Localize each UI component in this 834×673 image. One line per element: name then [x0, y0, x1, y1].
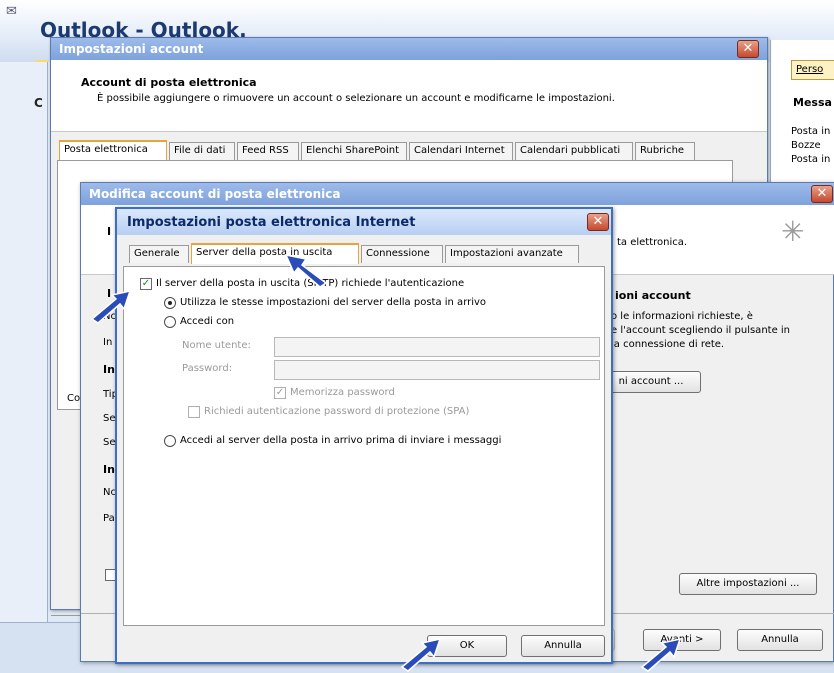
- internet-email-settings-dialog: Impostazioni posta elettronica Internet …: [115, 207, 613, 664]
- login-incoming-first-radio[interactable]: [164, 435, 176, 447]
- close-button[interactable]: ✕: [811, 185, 833, 203]
- folder-item[interactable]: Posta in: [791, 154, 830, 165]
- left-fragment: Pa: [103, 513, 115, 524]
- spa-checkbox[interactable]: [188, 406, 200, 418]
- close-icon: ✕: [592, 214, 604, 229]
- folder-item[interactable]: Posta in: [791, 126, 830, 137]
- section-heading: ioni account: [615, 289, 691, 302]
- close-icon: ✕: [816, 186, 828, 201]
- use-same-settings-label: Utilizza le stesse impostazioni del serv…: [180, 297, 487, 308]
- password-input[interactable]: [274, 360, 600, 380]
- checkmark-icon: ✓: [141, 278, 151, 289]
- left-fragment: In: [103, 337, 113, 348]
- login-with-label: Accedi con: [180, 316, 235, 327]
- tab-file-di-dati[interactable]: File di dati: [169, 142, 235, 160]
- tab-impostazioni-avanzate[interactable]: Impostazioni avanzate: [445, 245, 579, 263]
- username-input[interactable]: [274, 337, 600, 357]
- info-text: la connessione di rete.: [611, 339, 725, 350]
- username-label: Nome utente:: [182, 340, 251, 351]
- window-title: Impostazioni posta elettronica Internet: [127, 215, 416, 230]
- spa-label: Richiedi autenticazione password di prot…: [204, 406, 470, 417]
- left-fragment: Se: [103, 413, 116, 424]
- outlook-left-label: C: [34, 96, 43, 110]
- close-button[interactable]: ✕: [737, 40, 759, 58]
- cancel-button[interactable]: Annulla: [737, 629, 823, 651]
- messages-header: Messa: [793, 96, 832, 109]
- left-fragment: In: [103, 463, 115, 476]
- left-fragment: Se: [103, 437, 116, 448]
- password-label: Password:: [182, 363, 233, 374]
- close-button[interactable]: ✕: [587, 213, 609, 231]
- tab-connessione[interactable]: Connessione: [361, 245, 443, 263]
- internet-settings-tabs: Generale Server della posta in uscita Co…: [117, 243, 611, 267]
- section-description: È possibile aggiungere o rimuovere un ac…: [97, 93, 615, 104]
- window-title: Modifica account di posta elettronica: [89, 187, 341, 201]
- cancel-button[interactable]: Annulla: [521, 635, 605, 657]
- remember-password-label: Memorizza password: [290, 387, 395, 398]
- tab-server-posta-uscita[interactable]: Server della posta in uscita: [191, 243, 359, 264]
- close-icon: ✕: [742, 41, 754, 56]
- arrow-pointer-icon: [640, 637, 682, 672]
- arrow-pointer-icon: [400, 637, 442, 672]
- account-settings-titlebar: Impostazioni account ✕: [51, 38, 767, 60]
- window-title: Impostazioni account: [59, 42, 204, 56]
- use-same-settings-radio[interactable]: [164, 297, 176, 309]
- left-fragment: In: [103, 363, 115, 376]
- outlook-navigation-pane: [0, 62, 48, 622]
- info-text: o le informazioni richieste, è: [611, 311, 753, 322]
- left-fragment: I: [107, 225, 112, 238]
- section-heading: Account di posta elettronica: [81, 76, 257, 89]
- header-description: ta elettronica.: [617, 237, 688, 248]
- tab-calendari-internet[interactable]: Calendari Internet: [409, 142, 513, 160]
- arrow-pointer-icon: [90, 289, 132, 324]
- remember-password-checkbox[interactable]: ✓: [274, 387, 286, 399]
- tab-elenchi-sharepoint[interactable]: Elenchi SharePoint: [301, 142, 407, 160]
- smtp-auth-checkbox[interactable]: ✓: [140, 278, 152, 290]
- tab-posta-elettronica[interactable]: Posta elettronica: [59, 140, 167, 161]
- tab-calendari-pubblicati[interactable]: Calendari pubblicati: [515, 142, 633, 160]
- tab-rubriche[interactable]: Rubriche: [635, 142, 695, 160]
- outlook-app-icon[interactable]: ✉: [6, 4, 24, 19]
- login-incoming-first-label: Accedi al server della posta in arrivo p…: [180, 435, 502, 446]
- checkmark-icon: ✓: [275, 387, 285, 398]
- left-fragment: Co: [67, 393, 81, 404]
- outlook-right-panel: Perso Messa Posta in Bozze Posta in: [770, 40, 834, 190]
- tab-generale[interactable]: Generale: [129, 245, 189, 263]
- login-with-radio[interactable]: [164, 316, 176, 328]
- more-settings-button[interactable]: Altre impostazioni ...: [679, 573, 817, 595]
- folder-item[interactable]: Bozze: [791, 140, 821, 151]
- info-text: e l'account scegliendo il pulsante in: [611, 325, 791, 336]
- internet-settings-titlebar: Impostazioni posta elettronica Internet …: [117, 209, 611, 235]
- sparkle-icon: ✳: [781, 215, 805, 248]
- modify-account-titlebar: Modifica account di posta elettronica ✕: [81, 183, 834, 205]
- test-account-button[interactable]: ni account ...: [601, 371, 701, 393]
- tab-feed-rss[interactable]: Feed RSS: [237, 142, 299, 160]
- personalize-button[interactable]: Perso: [791, 60, 834, 80]
- arrow-pointer-icon: [284, 253, 328, 288]
- outgoing-server-panel: ✓ Il server della posta in uscita (SMTP)…: [123, 266, 605, 626]
